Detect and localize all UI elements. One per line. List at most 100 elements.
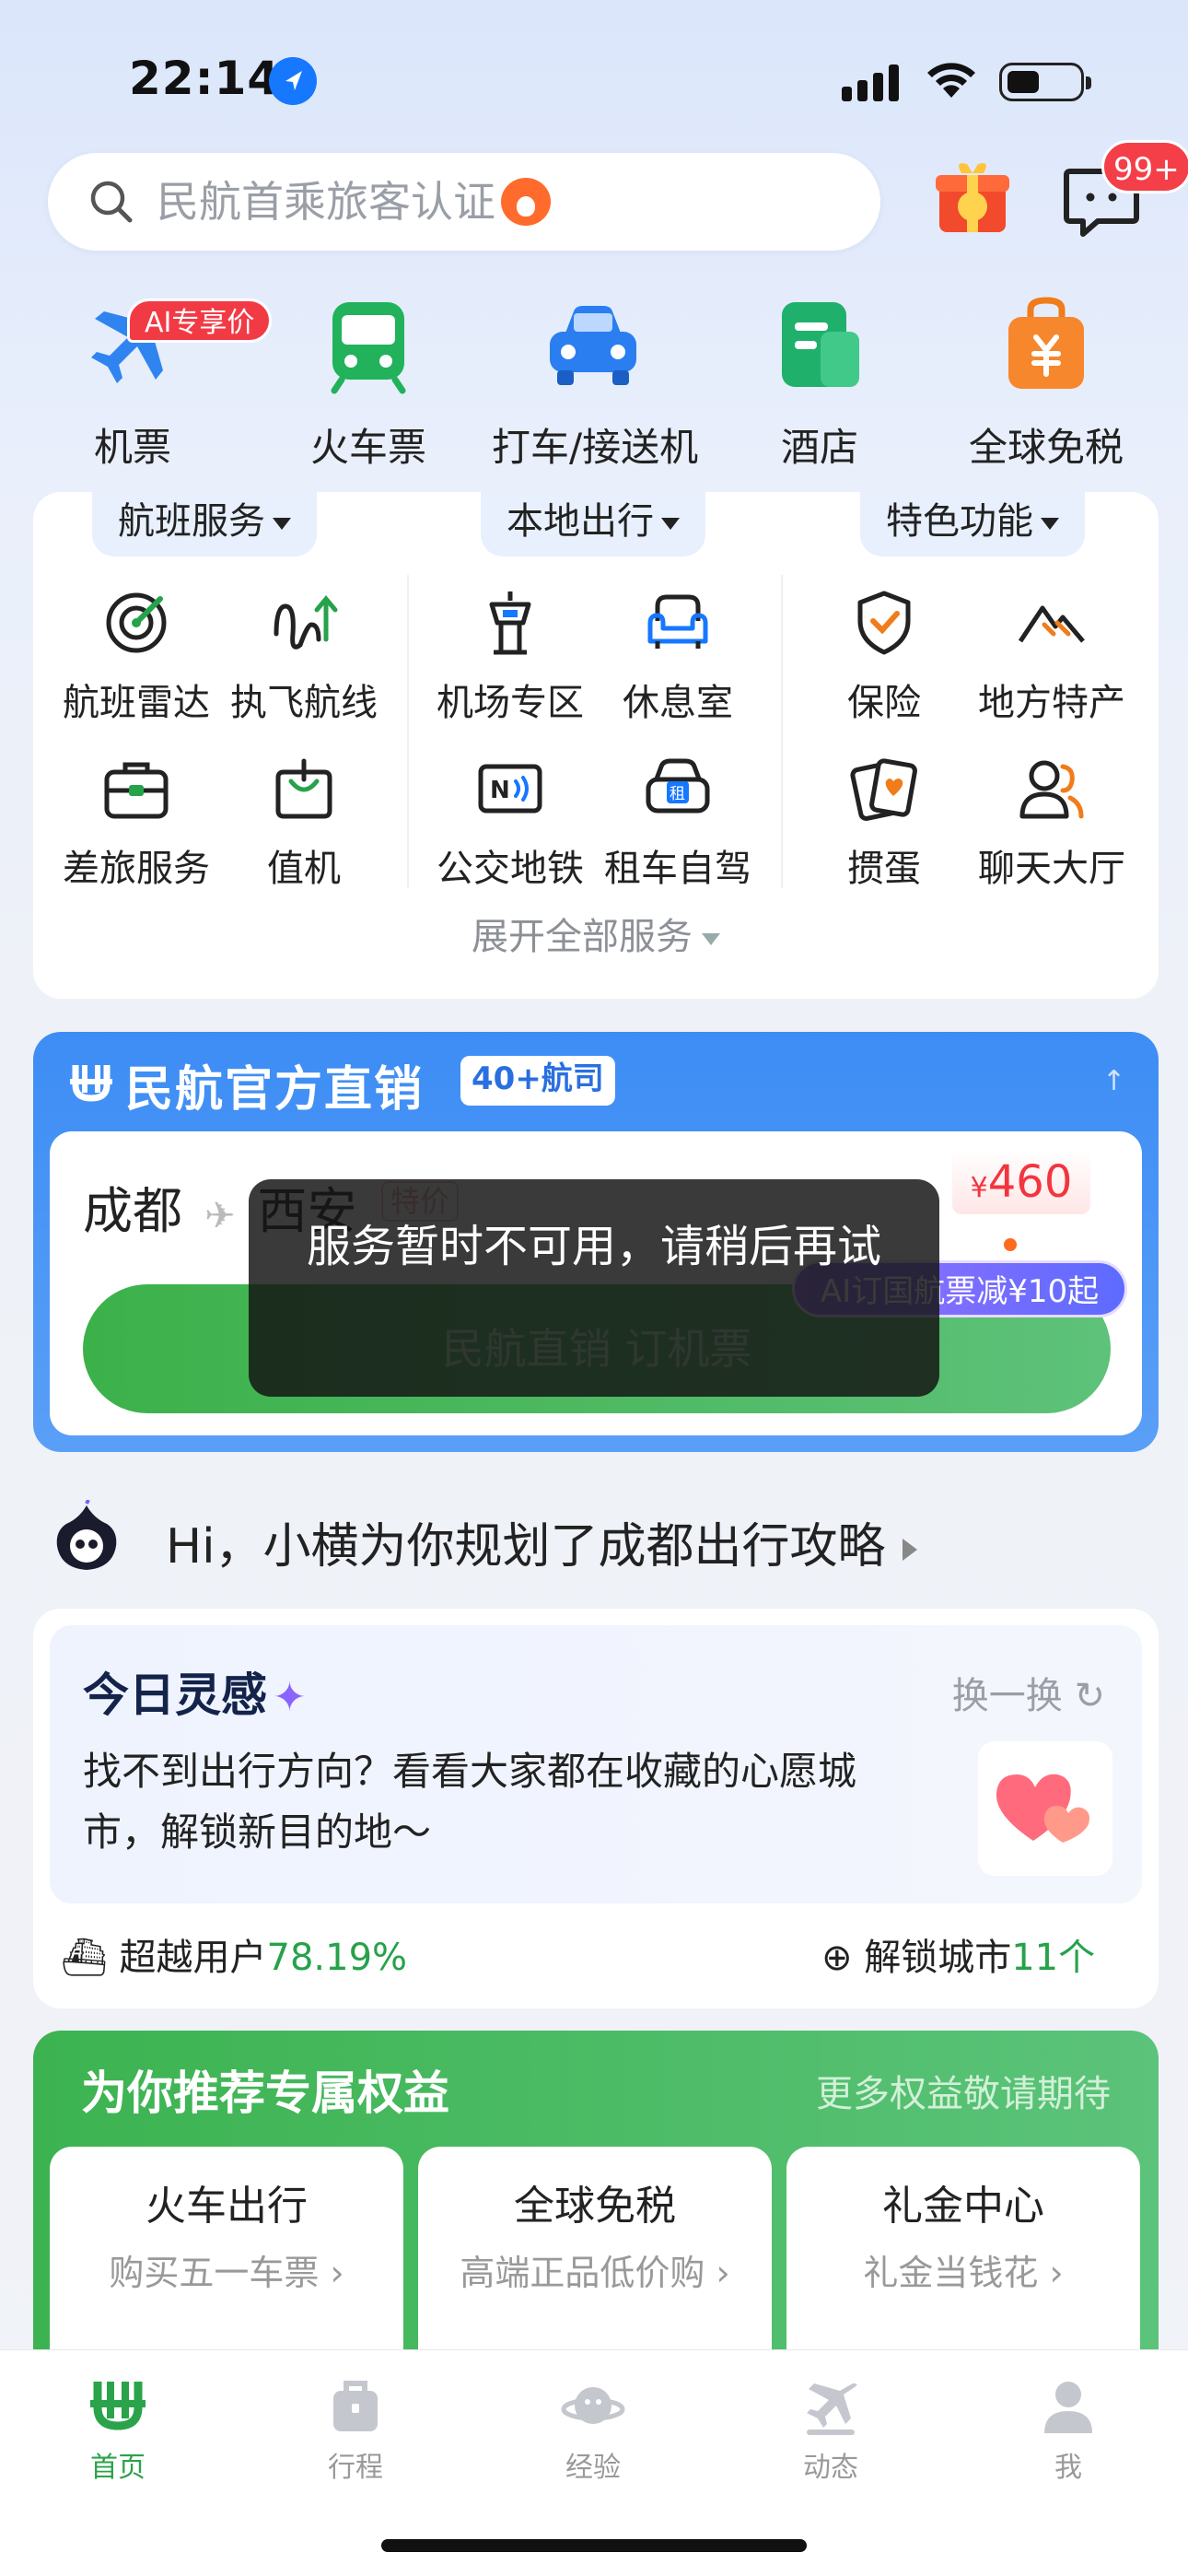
services-card: 航班服务 本地出行 特色功能 航班雷达 执飞航线 机场专区 休息室 保险 地方特…: [33, 492, 1159, 999]
category-label: 全球免税: [968, 425, 1124, 470]
tab-flight-services[interactable]: 航班服务: [92, 492, 317, 556]
tab-local-travel[interactable]: 本地出行: [481, 492, 705, 556]
inspiration-panel[interactable]: 今日灵感 ✦ 换一换 ↻ 找不到出行方向？看看大家都在收藏的心愿城市，解锁新目的地…: [50, 1625, 1142, 1903]
service-label: 休息室: [623, 682, 733, 724]
service-chat-hall[interactable]: 聊天大厅: [960, 754, 1144, 892]
inspiration-description: 找不到出行方向？看看大家都在收藏的心愿城市，解锁新目的地～: [83, 1749, 857, 1855]
service-lounge[interactable]: 休息室: [586, 588, 770, 726]
inspiration-title: 今日灵感 ✦: [83, 1669, 307, 1722]
service-check-in[interactable]: 值机: [212, 754, 396, 892]
home-indicator: [381, 2539, 807, 2552]
divider: [407, 575, 409, 888]
trip-planner-link[interactable]: Hi，小横为你规划了成都出行攻略: [166, 1507, 917, 1576]
sofa-icon: [647, 594, 708, 649]
currency-symbol: ¥: [970, 1172, 988, 1204]
service-label: 差旅服务: [63, 848, 210, 890]
nfc-card-icon: N: [478, 764, 542, 814]
search-bar[interactable]: 民航首乘旅客认证: [48, 153, 880, 251]
expand-all-services[interactable]: 展开全部服务: [33, 907, 1159, 960]
service-label: 机场专区: [437, 682, 584, 724]
gift-box-icon[interactable]: [934, 158, 1011, 236]
stat-value: 11个: [1011, 1937, 1096, 1979]
tab-home[interactable]: 首页: [35, 2372, 201, 2485]
benefit-title: 礼金中心: [882, 2183, 1044, 2230]
tab-label: 本地出行: [507, 500, 654, 543]
caret-down-icon: [702, 932, 720, 945]
tab-profile[interactable]: 我: [985, 2372, 1151, 2485]
service-routes[interactable]: 执飞航线: [212, 588, 396, 726]
category-label: 打车/接送机: [492, 425, 699, 470]
service-insurance[interactable]: 保险: [792, 588, 976, 726]
benefits-more: 更多权益敬请期待: [816, 2073, 1111, 2115]
users-icon: [1019, 760, 1084, 819]
expand-arrow-icon[interactable]: ↑: [1102, 1065, 1125, 1097]
chevron-right-icon: ›: [1049, 2253, 1064, 2293]
shopping-bag-icon: [1008, 297, 1084, 389]
airline-count-tag: 40+航司: [460, 1056, 615, 1106]
tab-special-features[interactable]: 特色功能: [860, 492, 1085, 556]
chevron-right-icon: [902, 1539, 917, 1561]
benefits-title: 为你推荐专属权益: [81, 2067, 449, 2120]
tab-feed[interactable]: 动态: [748, 2372, 914, 2485]
tab-experience[interactable]: 经验: [510, 2372, 676, 2485]
stat-label: 超越用户: [119, 1937, 267, 1979]
car-icon: [550, 306, 636, 385]
category-taxi[interactable]: 打车/接送机: [492, 295, 699, 473]
service-label: 执飞航线: [230, 682, 378, 724]
official-title: 民航官方直销: [125, 1062, 425, 1118]
shield-icon: [857, 591, 911, 655]
chevron-right-icon: ›: [716, 2253, 730, 2293]
benefit-subtitle: 购买五一车票: [109, 2253, 320, 2293]
tab-label: 动态: [803, 2452, 858, 2484]
mountain-icon: [1018, 605, 1085, 643]
svg-text:租: 租: [670, 785, 685, 803]
price-tag: ¥460: [952, 1150, 1090, 1214]
category-duty-free[interactable]: 全球免税: [945, 295, 1147, 473]
error-toast: 服务暂时不可用，请稍后再试: [249, 1179, 939, 1397]
service-transit[interactable]: N 公交地铁: [418, 754, 602, 892]
benefit-subtitle: 礼金当钱花: [863, 2253, 1039, 2293]
tab-label: 经验: [565, 2452, 621, 2484]
category-train[interactable]: 火车票: [267, 295, 470, 473]
airplane-icon: ✈: [204, 1195, 236, 1237]
planet-icon: [561, 2387, 625, 2424]
stat-label: 解锁城市: [864, 1937, 1012, 1979]
airline-logo-icon: [70, 1065, 112, 1102]
category-label: 酒店: [780, 425, 858, 470]
service-flight-radar[interactable]: 航班雷达: [44, 588, 228, 726]
benefit-title: 全球免税: [514, 2183, 676, 2230]
service-airport-zone[interactable]: 机场专区: [418, 588, 602, 726]
divider: [781, 575, 783, 888]
ai-price-tag: AI专享价: [127, 299, 273, 343]
category-label: 机票: [93, 425, 171, 470]
service-local-specialties[interactable]: 地方特产: [960, 588, 1144, 726]
service-business-travel[interactable]: 差旅服务: [44, 754, 228, 892]
heart-image: [978, 1741, 1112, 1876]
tab-label: 我: [1054, 2452, 1082, 2484]
flight-route-icon: [274, 595, 338, 650]
service-car-rental[interactable]: 租 租车自驾: [586, 754, 770, 892]
expand-label: 展开全部服务: [472, 916, 693, 958]
battery-icon: [999, 63, 1091, 101]
home-logo-icon: [90, 2382, 146, 2430]
tab-label: 首页: [90, 2452, 146, 2484]
service-guandan[interactable]: 掼蛋: [792, 754, 976, 892]
refresh-button[interactable]: 换一换 ↻: [952, 1666, 1105, 1719]
stat-value: 78.19%: [266, 1937, 408, 1979]
service-label: 航班雷达: [63, 682, 210, 724]
location-arrow-icon: [269, 57, 317, 105]
caret-down-icon: [661, 517, 680, 530]
status-time: 22:14: [129, 52, 281, 105]
train-icon: [331, 302, 406, 394]
wifi-icon: [927, 63, 975, 98]
user-icon: [1044, 2382, 1092, 2433]
flight-status-icon: [807, 2383, 857, 2435]
tab-itinerary[interactable]: 行程: [273, 2372, 438, 2485]
category-hotel[interactable]: 酒店: [718, 295, 921, 473]
price-indicator-dot: [1004, 1238, 1017, 1251]
chevron-right-icon: ›: [330, 2253, 344, 2293]
globe-icon: ⊕: [821, 1937, 853, 1979]
inspiration-card: 今日灵感 ✦ 换一换 ↻ 找不到出行方向？看看大家都在收藏的心愿城市，解锁新目的地…: [33, 1609, 1159, 2008]
search-placeholder: 民航首乘旅客认证: [157, 177, 495, 227]
tab-label: 特色功能: [886, 500, 1033, 543]
